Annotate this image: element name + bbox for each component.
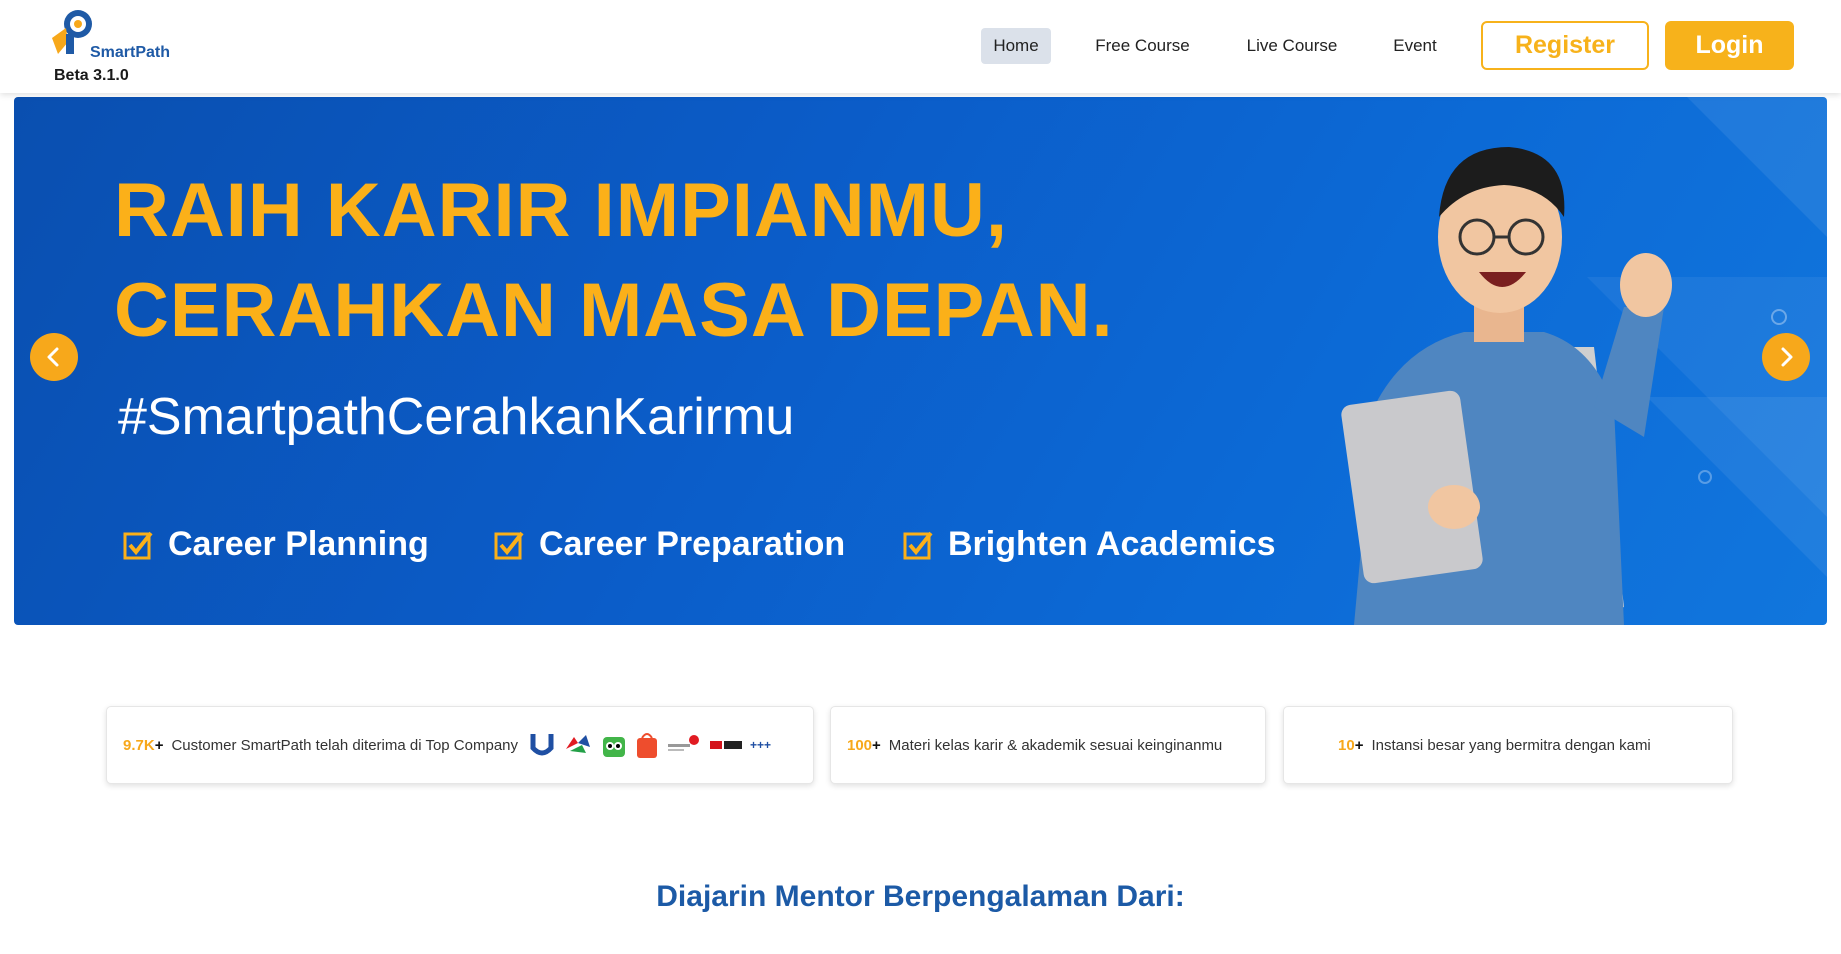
carousel-next-button[interactable]	[1762, 333, 1810, 381]
register-button[interactable]: Register	[1481, 21, 1649, 70]
nav-event[interactable]: Event	[1385, 28, 1445, 64]
version-label: Beta 3.1.0	[54, 67, 129, 84]
feature-brighten-academics: Brighten Academics	[902, 525, 1276, 564]
login-button[interactable]: Login	[1665, 21, 1794, 70]
feature-career-planning: Career Planning	[122, 525, 429, 564]
pertamina-logo	[562, 731, 594, 759]
tokopedia-logo	[600, 731, 628, 759]
banner-headline-line1: RAIH KARIR IMPIANMU,	[114, 168, 1008, 253]
nav-home[interactable]: Home	[981, 28, 1051, 64]
chevron-right-icon	[1781, 347, 1793, 367]
telkom-indonesia-logo	[666, 732, 702, 758]
stat-text: Customer SmartPath telah diterima di Top…	[171, 736, 518, 754]
top-navbar: SmartPath Beta 3.1.0 Home Free Course Li…	[0, 0, 1841, 93]
banner-headline-line2: CERAHKAN MASA DEPAN.	[114, 268, 1114, 353]
unilever-logo	[528, 730, 556, 760]
smartpath-logo[interactable]: SmartPath Beta 3.1.0	[48, 8, 178, 88]
stat-text: Instansi besar yang bermitra dengan kami	[1371, 736, 1651, 754]
nav-live-course[interactable]: Live Course	[1240, 28, 1344, 64]
stat-card-customers: 9.7K+ Customer SmartPath telah diterima …	[106, 706, 814, 784]
hero-carousel-slide[interactable]: RAIH KARIR IMPIANMU, CERAHKAN MASA DEPAN…	[14, 97, 1827, 625]
tvone-logo	[708, 735, 744, 755]
brand-name: SmartPath	[90, 44, 171, 61]
logo-mark-icon	[52, 10, 92, 54]
stat-text: Materi kelas karir & akademik sesuai kei…	[888, 736, 1223, 754]
carousel-prev-button[interactable]	[30, 333, 78, 381]
nav-free-course[interactable]: Free Course	[1085, 28, 1200, 64]
chevron-left-icon	[47, 347, 59, 367]
mentors-section-title: Diajarin Mentor Berpengalaman Dari:	[656, 880, 1185, 913]
stat-number: 9.7K+	[123, 736, 164, 754]
stat-number: 100+	[847, 736, 881, 754]
checkbox-checked-icon	[123, 531, 153, 559]
partner-logos: +++	[528, 730, 777, 760]
stat-card-partners: 10+ Instansi besar yang bermitra dengan …	[1283, 706, 1733, 784]
student-illustration	[1341, 147, 1672, 625]
shopee-logo	[634, 730, 660, 760]
checkbox-checked-icon	[903, 531, 933, 559]
checkbox-checked-icon	[494, 531, 524, 559]
stat-number: 10+	[1338, 736, 1364, 754]
feature-career-preparation: Career Preparation	[493, 525, 845, 564]
more-partners-label: +++	[750, 738, 772, 752]
banner-hashtag: #SmartpathCerahkanKarirmu	[118, 388, 795, 446]
stat-card-materials: 100+ Materi kelas karir & akademik sesua…	[830, 706, 1266, 784]
